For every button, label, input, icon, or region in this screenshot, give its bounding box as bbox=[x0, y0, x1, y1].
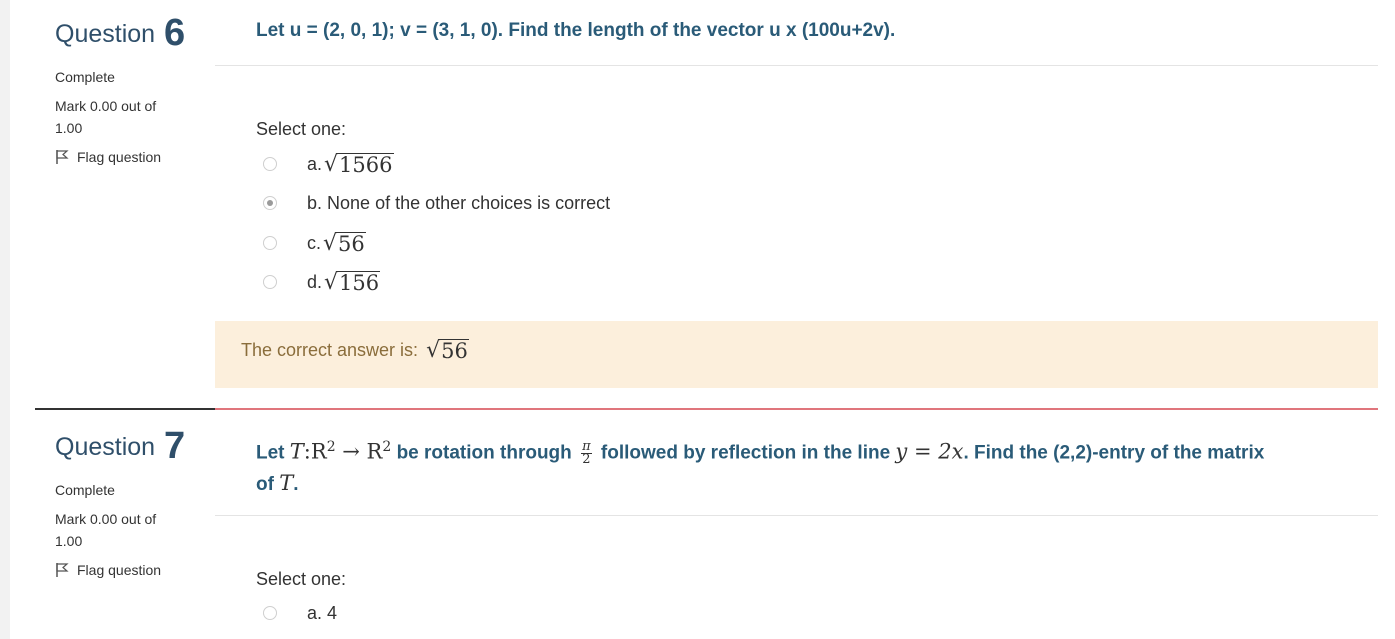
prompt-separator bbox=[215, 515, 1378, 516]
prompt-end: . bbox=[293, 474, 299, 496]
math-two: 2 bbox=[582, 451, 591, 467]
option-a[interactable]: a. 4 bbox=[263, 600, 337, 626]
math-pi-over-2: π2 bbox=[581, 440, 592, 467]
math-sup-1: 2 bbox=[326, 439, 336, 455]
option-c[interactable]: c. √ 56 bbox=[263, 230, 366, 256]
math-T-second: T bbox=[279, 471, 294, 496]
option-a[interactable]: a. √ 1566 bbox=[263, 151, 394, 177]
prompt-let: Let bbox=[256, 442, 285, 464]
question-6-prompt: Let u = (2, 0, 1); v = (3, 1, 0). Find t… bbox=[256, 20, 896, 41]
option-c-prefix: c. bbox=[307, 232, 322, 253]
question-label: Question bbox=[55, 20, 156, 48]
prompt-be-rotation: be rotation through bbox=[396, 442, 572, 464]
feedback-box: The correct answer is: √ 56 bbox=[215, 321, 1378, 388]
select-one-label: Select one: bbox=[256, 119, 347, 139]
question-number: 7 bbox=[164, 425, 186, 467]
option-c-radio[interactable] bbox=[263, 236, 277, 250]
correct-answer-prefix: The correct answer is: bbox=[241, 340, 419, 360]
option-d[interactable]: d. √ 156 bbox=[263, 269, 381, 295]
question-7-info: Question 7 Complete Mark 0.00 out of 1.0… bbox=[55, 427, 205, 578]
option-b-radio[interactable] bbox=[263, 196, 277, 210]
flag-question-label[interactable]: Flag question bbox=[77, 149, 161, 165]
prompt-of: of bbox=[256, 474, 274, 496]
question-6-title: Question 6 bbox=[55, 14, 205, 52]
flag-question-link[interactable]: Flag question bbox=[55, 562, 205, 578]
flag-question-link[interactable]: Flag question bbox=[55, 149, 205, 165]
option-a-prefix: a. bbox=[307, 153, 323, 174]
question-state: Complete bbox=[55, 69, 115, 85]
math-sup-2: 2 bbox=[382, 439, 392, 455]
correct-answer-text: The correct answer is: √ 56 bbox=[241, 339, 469, 362]
option-a-prefix: a. bbox=[307, 602, 323, 623]
question-number: 6 bbox=[164, 12, 186, 54]
option-a-radio[interactable] bbox=[263, 157, 277, 171]
question-grade: Mark 0.00 out of 1.00 bbox=[55, 98, 157, 136]
question-state: Complete bbox=[55, 482, 115, 498]
math-arrow-R: → R bbox=[335, 439, 383, 464]
math-T: T bbox=[289, 439, 304, 464]
select-one-label: Select one: bbox=[256, 569, 347, 589]
flag-icon bbox=[56, 563, 69, 577]
option-c-radicand: 56 bbox=[337, 231, 366, 256]
math-colon-R: :R bbox=[303, 439, 327, 464]
option-c-math: √ 56 bbox=[323, 230, 366, 256]
flag-question-label[interactable]: Flag question bbox=[77, 562, 161, 578]
correct-answer-radicand: 56 bbox=[440, 339, 469, 363]
option-a-text: 4 bbox=[327, 602, 338, 623]
flag-icon bbox=[56, 150, 69, 164]
option-d-radicand: 156 bbox=[338, 270, 381, 295]
option-b-text: None of the other choices is correct bbox=[327, 192, 611, 213]
option-a-math: √ 1566 bbox=[324, 151, 394, 177]
option-b-prefix: b. bbox=[307, 192, 323, 213]
option-d-prefix: d. bbox=[307, 271, 323, 292]
prompt-find: . Find the (2,2)-entry of the matrix bbox=[963, 442, 1265, 464]
question-divider-right bbox=[215, 408, 1378, 410]
question-divider-left bbox=[35, 408, 215, 410]
question-label: Question bbox=[55, 433, 156, 461]
option-d-math: √ 156 bbox=[324, 269, 381, 295]
left-gutter bbox=[0, 0, 10, 639]
correct-answer-math: √ 56 bbox=[426, 338, 469, 363]
question-6-info: Question 6 Complete Mark 0.00 out of 1.0… bbox=[55, 14, 205, 165]
option-b[interactable]: b. None of the other choices is correct bbox=[263, 190, 610, 216]
prompt-separator bbox=[215, 65, 1378, 66]
option-a-radio[interactable] bbox=[263, 606, 277, 620]
question-7-prompt: Let T:R2 → R2 be rotation through π2 fol… bbox=[256, 432, 1346, 500]
option-a-radicand: 1566 bbox=[338, 152, 394, 177]
prompt-followed: followed by reflection in the line bbox=[600, 442, 891, 464]
question-7-title: Question 7 bbox=[55, 427, 205, 465]
question-grade: Mark 0.00 out of 1.00 bbox=[55, 511, 157, 549]
math-line-equation: y = 2x bbox=[895, 439, 964, 464]
option-d-radio[interactable] bbox=[263, 275, 277, 289]
